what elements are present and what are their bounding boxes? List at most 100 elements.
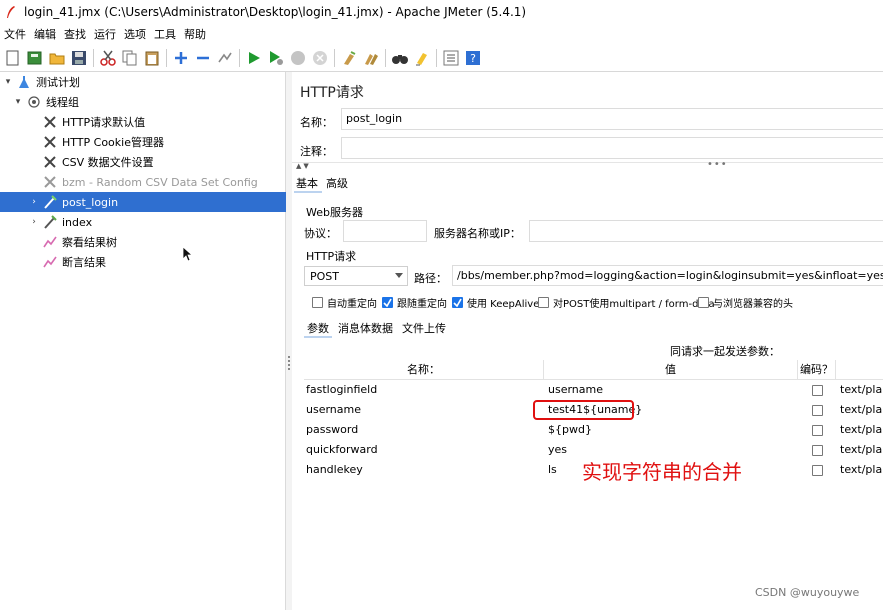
param-name-cell[interactable]: username <box>306 400 542 420</box>
path-input[interactable]: /bbs/member.php?mod=logging&action=login… <box>452 265 883 286</box>
table-row[interactable]: fastloginfield username text/plain <box>304 380 883 400</box>
checkbox-box[interactable] <box>811 424 823 436</box>
function-helper-icon[interactable] <box>442 49 460 67</box>
help-icon[interactable]: ? <box>464 49 482 67</box>
menu-options[interactable]: 选项 <box>120 26 150 42</box>
start-no-pause-icon[interactable] <box>267 49 285 67</box>
tree-item-http-defaults[interactable]: HTTP请求默认值 <box>0 112 286 132</box>
tree-item-view-results-tree[interactable]: 察看结果树 <box>0 232 286 252</box>
checkbox-browser-headers[interactable]: 与浏览器兼容的头 <box>698 294 793 310</box>
checkbox-follow-redirect[interactable]: 跟随重定向 <box>382 294 447 310</box>
param-content-type-cell[interactable]: text/plain <box>840 460 883 480</box>
search-icon[interactable] <box>391 49 409 67</box>
column-header-name[interactable]: 名称： <box>304 360 544 380</box>
param-name-cell[interactable]: password <box>306 420 542 440</box>
param-content-type-cell[interactable]: text/plain <box>840 420 883 440</box>
save-icon[interactable] <box>70 49 88 67</box>
tree-item-csv-data-set[interactable]: CSV 数据文件设置 <box>0 152 286 172</box>
param-name-cell[interactable]: fastloginfield <box>306 380 542 400</box>
tab-parameters[interactable]: 参数 <box>307 320 329 336</box>
open-icon[interactable] <box>48 49 66 67</box>
tab-body-data[interactable]: 消息体数据 <box>338 320 393 336</box>
method-select[interactable]: POST <box>304 266 408 286</box>
name-input[interactable]: post_login <box>341 108 883 130</box>
copy-icon[interactable] <box>121 49 139 67</box>
clear-icon[interactable] <box>340 49 358 67</box>
server-input[interactable] <box>529 220 883 242</box>
reset-search-icon[interactable] <box>413 49 431 67</box>
tab-file-upload[interactable]: 文件上传 <box>402 320 446 336</box>
checkbox-label: 与浏览器兼容的头 <box>713 298 793 310</box>
checkbox-auto-redirect[interactable]: 自动重定向 <box>312 294 377 310</box>
tab-advanced[interactable]: 高级 <box>326 175 348 191</box>
param-content-type-cell[interactable]: text/plain <box>840 440 883 460</box>
checkbox-box[interactable] <box>452 296 463 308</box>
param-content-type-cell[interactable]: text/plain <box>840 380 883 400</box>
new-icon[interactable] <box>4 49 22 67</box>
stop-icon[interactable] <box>289 49 307 67</box>
menu-tools[interactable]: 工具 <box>150 26 180 42</box>
config-wrench-icon <box>42 134 58 150</box>
comment-input[interactable] <box>341 137 883 159</box>
start-icon[interactable] <box>245 49 263 67</box>
param-name-cell[interactable]: quickforward <box>306 440 542 460</box>
param-name-cell[interactable]: handlekey <box>306 460 542 480</box>
protocol-input[interactable] <box>343 220 427 242</box>
menu-edit[interactable]: 编辑 <box>30 26 60 42</box>
tree-item-random-csv-config[interactable]: bzm - Random CSV Data Set Config <box>0 172 286 192</box>
tree-item-post-login[interactable]: › post_login <box>0 192 286 212</box>
tree-toggle[interactable]: › <box>28 197 40 207</box>
checkbox-multipart[interactable]: 对POST使用multipart / form-data <box>538 294 715 310</box>
param-value-cell[interactable]: ${pwd} <box>548 420 794 440</box>
table-row[interactable]: password ${pwd} text/plain <box>304 420 883 440</box>
collapse-icon[interactable] <box>194 49 212 67</box>
checkbox-box[interactable] <box>538 296 549 308</box>
tree-toggle[interactable]: ▾ <box>12 97 24 107</box>
chevron-down-icon <box>395 273 403 278</box>
templates-icon[interactable] <box>26 49 44 67</box>
checkbox-keepalive[interactable]: 使用 KeepAlive <box>452 294 539 310</box>
cut-icon[interactable] <box>99 49 117 67</box>
tree-toggle[interactable]: ▾ <box>2 77 14 87</box>
server-label: 服务器名称或IP： <box>434 227 521 240</box>
panel-divider[interactable]: ▲▼ ••• <box>292 159 883 172</box>
tree-item-thread-group[interactable]: ▾ 线程组 <box>0 92 286 112</box>
clear-all-icon[interactable] <box>362 49 380 67</box>
checkbox-box[interactable] <box>811 444 823 456</box>
menu-help[interactable]: 帮助 <box>180 26 210 42</box>
tree-item-index[interactable]: › index <box>0 212 286 232</box>
menu-search[interactable]: 查找 <box>60 26 90 42</box>
menu-file[interactable]: 文件 <box>0 26 30 42</box>
expand-icon[interactable] <box>172 49 190 67</box>
test-plan-tree: ▾ 测试计划 ▾ 线程组 HTTP请求默认值 HTTP Cookie管理器 CS… <box>0 72 286 610</box>
tree-item-cookie-manager[interactable]: HTTP Cookie管理器 <box>0 132 286 152</box>
checkbox-box[interactable] <box>698 296 709 308</box>
collapse-arrows-icon[interactable]: ▲▼ <box>296 162 311 170</box>
tree-item-assertion-results[interactable]: 断言结果 <box>0 252 286 272</box>
toggle-icon[interactable] <box>216 49 234 67</box>
tab-basic[interactable]: 基本 <box>296 175 318 191</box>
menu-run[interactable]: 运行 <box>90 26 120 42</box>
shutdown-icon[interactable] <box>311 49 329 67</box>
paste-icon[interactable] <box>143 49 161 67</box>
param-encode-cell[interactable] <box>798 440 836 460</box>
column-header-content-type[interactable] <box>836 360 883 380</box>
column-header-value[interactable]: 值 <box>544 360 798 380</box>
param-encode-cell[interactable] <box>798 400 836 420</box>
checkbox-box[interactable] <box>811 384 823 396</box>
column-header-encode[interactable]: 编码？ <box>798 360 836 380</box>
checkbox-box[interactable] <box>312 296 323 308</box>
param-encode-cell[interactable] <box>798 380 836 400</box>
param-encode-cell[interactable] <box>798 420 836 440</box>
tree-toggle[interactable]: › <box>28 217 40 227</box>
annotation-highlight-box <box>533 400 634 420</box>
param-value-cell[interactable]: username <box>548 380 794 400</box>
splitter-grip[interactable] <box>288 356 290 370</box>
checkbox-box[interactable] <box>382 296 393 308</box>
param-content-type-cell[interactable]: text/plain <box>840 400 883 420</box>
param-encode-cell[interactable] <box>798 460 836 480</box>
checkbox-box[interactable] <box>811 404 823 416</box>
toolbar-separator <box>239 48 240 67</box>
tree-item-test-plan[interactable]: ▾ 测试计划 <box>0 72 286 92</box>
checkbox-box[interactable] <box>811 464 823 476</box>
